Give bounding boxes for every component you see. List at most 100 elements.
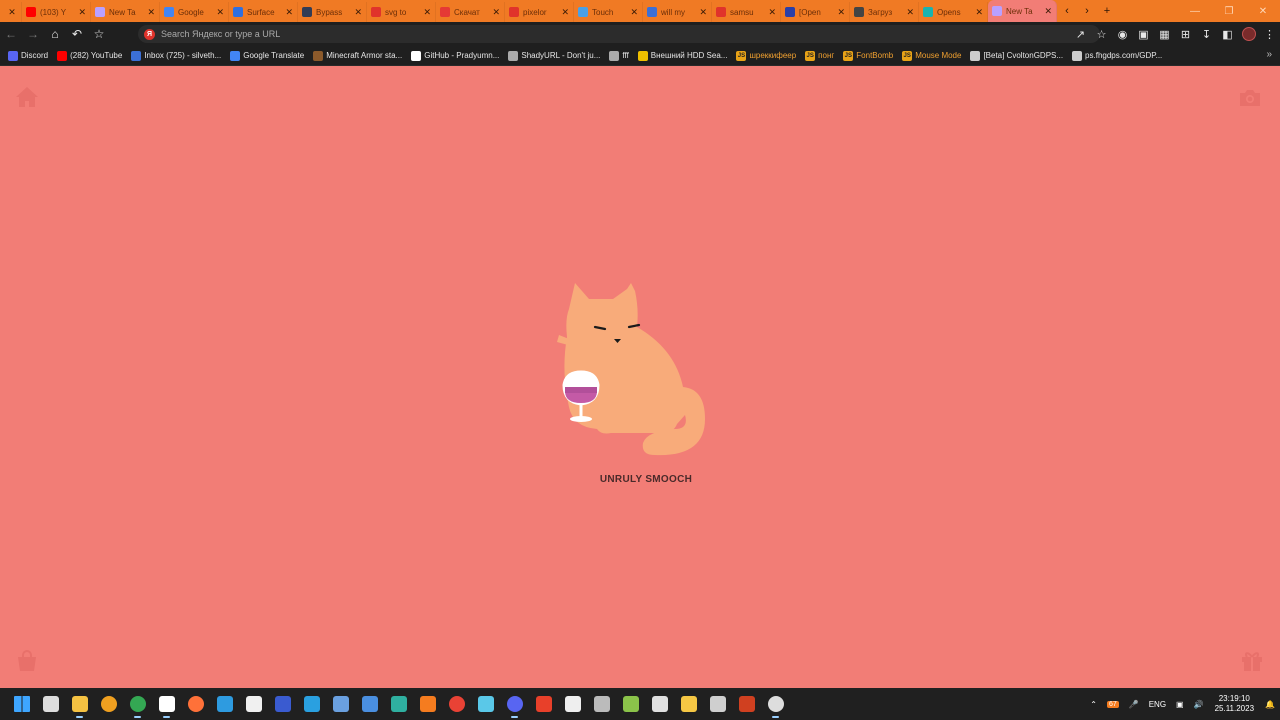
bookmark-item[interactable]: Google Translate	[230, 50, 304, 61]
restore-icon[interactable]: ❐	[1212, 0, 1246, 22]
app-cube-icon[interactable]	[471, 688, 500, 720]
bookmark-item[interactable]: JS понг	[805, 50, 834, 61]
volume-icon[interactable]: 🔊	[1194, 700, 1204, 709]
tab[interactable]: will my ✕	[643, 2, 712, 22]
app-teal-icon[interactable]	[384, 688, 413, 720]
tab[interactable]: Surface ✕	[229, 2, 298, 22]
tab-close-icon[interactable]: ✕	[906, 7, 914, 18]
bookmark-item[interactable]: ShadyURL - Don't ju...	[508, 50, 600, 61]
app-tools-icon[interactable]	[732, 688, 761, 720]
extensions-puzzle-icon[interactable]: ▦	[1154, 23, 1175, 45]
sidebar-icon[interactable]: ◧	[1217, 23, 1238, 45]
tab-scroll-right-icon[interactable]: ›	[1077, 1, 1097, 21]
home-icon[interactable]	[15, 86, 39, 108]
crop-icon[interactable]: ⊞	[1175, 23, 1196, 45]
tab-close-icon[interactable]: ✕	[423, 7, 431, 18]
tab[interactable]: Bypass ✕	[298, 2, 367, 22]
camera-icon[interactable]	[1238, 88, 1262, 108]
notifications-icon[interactable]: 🔔	[1265, 700, 1275, 709]
bookmark-star-icon[interactable]: ☆	[88, 23, 110, 45]
minimize-icon[interactable]: —	[1178, 0, 1212, 22]
tab-close-icon[interactable]: ✕	[492, 7, 500, 18]
firefox-icon[interactable]	[181, 688, 210, 720]
chrome-canary-icon[interactable]	[94, 688, 123, 720]
clock[interactable]: 23:19:10 25.11.2023	[1215, 694, 1254, 714]
app-red-icon[interactable]	[529, 688, 558, 720]
shopping-bag-icon[interactable]	[15, 650, 39, 672]
bookmark-item[interactable]: JS FontBomb	[843, 50, 893, 61]
close-window-icon[interactable]: ✕	[1246, 0, 1280, 22]
menu-icon[interactable]: ⋮	[1259, 23, 1280, 45]
tab[interactable]: [Open ✕	[781, 2, 850, 22]
chrome-2-icon[interactable]	[442, 688, 471, 720]
tab-close-icon[interactable]: ✕	[630, 7, 638, 18]
bookmark-item[interactable]: (282) YouTube	[57, 50, 122, 61]
bookmark-item[interactable]: Minecraft Armor sta...	[313, 50, 402, 61]
obs-icon[interactable]	[761, 688, 790, 720]
download-icon[interactable]: ↧	[1196, 23, 1217, 45]
discord-icon[interactable]	[500, 688, 529, 720]
tab[interactable]: Скачат ✕	[436, 2, 505, 22]
tab[interactable]: svg to ✕	[367, 2, 436, 22]
tray-badge[interactable]: 67	[1106, 700, 1119, 708]
xampp-icon[interactable]	[413, 688, 442, 720]
app-blue-icon[interactable]	[268, 688, 297, 720]
tab[interactable]: Opens ✕	[919, 2, 988, 22]
back-button[interactable]: ←	[0, 23, 22, 45]
notepad-icon[interactable]	[616, 688, 645, 720]
screenshot-icon[interactable]: ▣	[1133, 23, 1154, 45]
tab-close-icon[interactable]: ✕	[147, 7, 155, 18]
paint-icon[interactable]	[645, 688, 674, 720]
tab[interactable]: New Ta ✕	[91, 2, 160, 22]
tab-scroll-left-icon[interactable]: ‹	[1057, 1, 1077, 21]
bookmark-item[interactable]: Внешний HDD Sea...	[637, 50, 727, 61]
tab-close-icon[interactable]: ✕	[699, 7, 707, 18]
bookmark-item[interactable]: ps.fhgdps.com/GDP...	[1072, 50, 1162, 61]
shield-icon[interactable]	[297, 688, 326, 720]
tab-close-icon[interactable]: ✕	[837, 7, 845, 18]
undo-close-button[interactable]: ↶	[66, 23, 88, 45]
tray-overflow-icon[interactable]: ⌃	[1090, 700, 1097, 709]
tab[interactable]: samsu ✕	[712, 2, 781, 22]
tab[interactable]: Google ✕	[160, 2, 229, 22]
store-icon[interactable]	[239, 688, 268, 720]
chrome-icon[interactable]	[123, 688, 152, 720]
yandex-browser-icon[interactable]	[152, 688, 181, 720]
tab-close-icon[interactable]: ✕	[216, 7, 224, 18]
new-tab-button[interactable]: +	[1097, 1, 1117, 21]
language-indicator[interactable]: ENG	[1149, 700, 1166, 709]
tab-close-icon[interactable]: ✕	[1044, 6, 1052, 17]
7zip-icon[interactable]	[558, 688, 587, 720]
bookmark-item[interactable]: [Beta] CvoltonGDPS...	[970, 50, 1063, 61]
profile-avatar[interactable]	[1238, 23, 1259, 45]
home-button[interactable]: ⌂	[44, 23, 66, 45]
windows-start-icon[interactable]	[7, 688, 36, 720]
forward-button[interactable]: →	[22, 23, 44, 45]
gift-icon[interactable]	[1240, 650, 1264, 672]
tab[interactable]: ✕	[0, 2, 22, 22]
photos-icon[interactable]	[326, 688, 355, 720]
bookmarks-overflow-icon[interactable]: »	[1266, 49, 1272, 60]
bookmark-item[interactable]: JS шреккифеер	[736, 50, 796, 61]
tab-close-icon[interactable]: ✕	[285, 7, 293, 18]
tab[interactable]: pixelor ✕	[505, 2, 574, 22]
tab-close-icon[interactable]: ✕	[975, 7, 983, 18]
bookmark-item[interactable]: Inbox (725) - silveth...	[131, 50, 221, 61]
tab-close-icon[interactable]: ✕	[8, 7, 16, 18]
bookmark-item[interactable]: Discord	[8, 50, 48, 61]
tab-close-icon[interactable]: ✕	[354, 7, 362, 18]
bookmark-item[interactable]: JS Mouse Mode	[902, 50, 961, 61]
tab-active[interactable]: New Ta ✕	[988, 0, 1057, 22]
tab[interactable]: (103) Y ✕	[22, 2, 91, 22]
star-icon[interactable]: ☆	[1091, 23, 1112, 45]
app-grid-icon[interactable]	[587, 688, 616, 720]
address-bar[interactable]: Я Search Яндекс or type a URL	[138, 25, 1100, 43]
tab-close-icon[interactable]: ✕	[78, 7, 86, 18]
tab[interactable]: Touch ✕	[574, 2, 643, 22]
file-explorer-icon[interactable]	[65, 688, 94, 720]
python-icon[interactable]	[674, 688, 703, 720]
microphone-icon[interactable]: 🎤	[1129, 700, 1139, 709]
tab[interactable]: Загруз ✕	[850, 2, 919, 22]
app-w-icon[interactable]	[210, 688, 239, 720]
tab-close-icon[interactable]: ✕	[768, 7, 776, 18]
